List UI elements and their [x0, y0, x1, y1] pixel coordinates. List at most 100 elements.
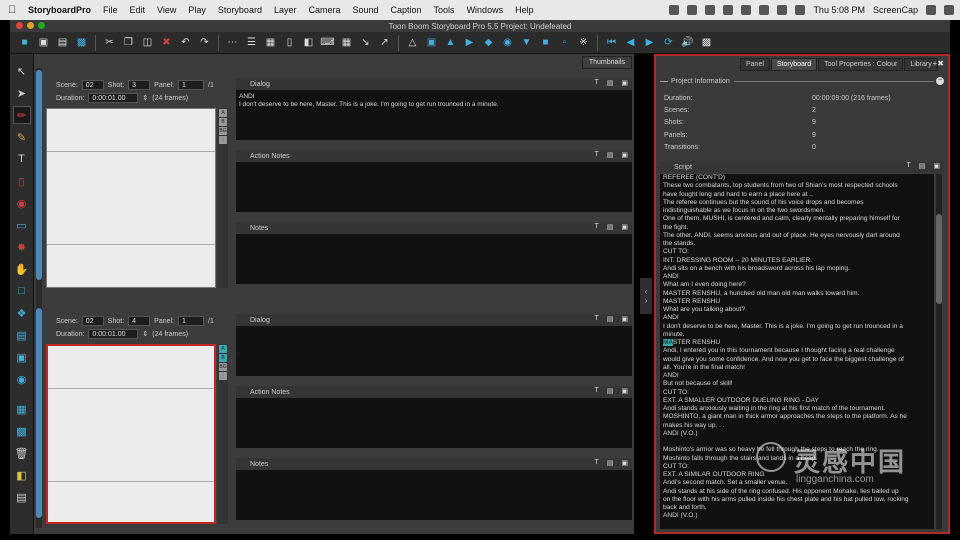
script-line[interactable]: ANDI (V.O.): [663, 430, 931, 438]
menu-file[interactable]: File: [103, 5, 118, 15]
script-line[interactable]: MOSHINTO, a giant man in thick armor app…: [663, 413, 931, 421]
script-scrollbar[interactable]: [936, 174, 942, 529]
new-project-icon[interactable]: ■: [16, 34, 33, 51]
minimize-button[interactable]: [27, 22, 34, 29]
notes-text[interactable]: [236, 234, 632, 284]
grid-icon[interactable]: ▦: [262, 34, 279, 51]
font-icon[interactable]: T: [906, 162, 910, 170]
collapse-section-icon[interactable]: −: [936, 77, 944, 85]
copy-text-icon[interactable]: ▤: [919, 162, 926, 170]
3d-icon[interactable]: △: [404, 34, 421, 51]
contour-editor-icon[interactable]: ➤: [13, 84, 31, 102]
font-icon[interactable]: T: [594, 79, 598, 87]
rectangle-icon[interactable]: ▭: [13, 216, 31, 234]
tab-tool-properties[interactable]: Tool Properties : Colour: [818, 58, 904, 71]
script-line[interactable]: ANDI: [663, 372, 931, 380]
camera-static-icon[interactable]: ▫: [556, 34, 573, 51]
status-icon[interactable]: [723, 5, 734, 15]
script-line[interactable]: EXT. A SIMILAR OUTDOOR RING: [663, 471, 931, 479]
scroll-thumb[interactable]: [36, 70, 42, 280]
script-line[interactable]: MASTER RENSHU: [663, 339, 931, 347]
undo-icon[interactable]: ↶: [177, 34, 194, 51]
script-line[interactable]: The referee continues but the sound of h…: [663, 199, 931, 207]
hand-icon[interactable]: ✋: [13, 260, 31, 278]
script-line[interactable]: MASTER RENSHU, a hunched old man old man…: [663, 290, 931, 298]
open-project-icon[interactable]: ▣: [35, 34, 52, 51]
layer-transform-icon[interactable]: ❖: [13, 304, 31, 322]
dialog-text[interactable]: [236, 326, 632, 376]
camera-keyframe-icon[interactable]: ▼: [518, 34, 535, 51]
sound-icon[interactable]: 🔊: [679, 34, 696, 51]
status-icon[interactable]: [687, 5, 698, 15]
volume-icon[interactable]: [777, 5, 788, 15]
battery-icon[interactable]: [795, 5, 806, 15]
scroll-thumb[interactable]: [36, 308, 42, 518]
paste-text-icon[interactable]: ▣: [621, 315, 628, 323]
shot-field[interactable]: 3: [128, 80, 151, 90]
paste-icon[interactable]: ◫: [139, 34, 156, 51]
layer-more-icon[interactable]: ⋮: [219, 136, 227, 144]
menu-play[interactable]: Play: [188, 5, 206, 15]
arrow-icon[interactable]: ↗: [376, 34, 393, 51]
duplicate-layer-icon[interactable]: ◧: [13, 466, 31, 484]
layer-b-icon[interactable]: B: [219, 118, 227, 126]
menu-edit[interactable]: Edit: [130, 5, 146, 15]
script-line[interactable]: Andi stands anxiously waiting in the rin…: [663, 405, 931, 413]
camera-tool-icon[interactable]: ▣: [13, 348, 31, 366]
script-line[interactable]: EXT. A SMALLER OUTDOOR DUELING RING - DA…: [663, 397, 931, 405]
script-line[interactable]: What am I even doing here?: [663, 281, 931, 289]
font-icon[interactable]: T: [594, 459, 598, 467]
panel-field[interactable]: 1: [178, 80, 205, 90]
play-icon[interactable]: ▶: [641, 34, 658, 51]
prev-frame-icon[interactable]: ◀: [622, 34, 639, 51]
add-layer-icon[interactable]: ▦: [13, 400, 31, 418]
copy-text-icon[interactable]: ▤: [607, 459, 614, 467]
more-icon[interactable]: ⋯: [224, 34, 241, 51]
layer-options-icon[interactable]: ▤: [13, 488, 31, 506]
script-line[interactable]: But not because of skill!: [663, 380, 931, 388]
clock[interactable]: Thu 5:08 PM: [813, 5, 865, 15]
layer-bg-icon[interactable]: BG: [219, 363, 227, 371]
user-name[interactable]: ScreenCap: [873, 5, 918, 15]
scene-field[interactable]: 02: [81, 80, 104, 90]
script-line[interactable]: Andi's second match. Set a smaller venue…: [663, 479, 931, 487]
script-line[interactable]: [663, 438, 931, 446]
first-frame-icon[interactable]: ⏮: [603, 34, 620, 51]
split-view-icon[interactable]: ◧: [300, 34, 317, 51]
menu-sound[interactable]: Sound: [352, 5, 378, 15]
script-line[interactable]: ANDI (V.O.): [663, 512, 931, 520]
script-line[interactable]: the stands.: [663, 240, 931, 248]
script-line[interactable]: The other, ANDI, seems anxious and out o…: [663, 232, 931, 240]
tab-controls[interactable]: +✖: [933, 59, 944, 68]
script-line[interactable]: ANDI: [663, 273, 931, 281]
loop-icon[interactable]: ⟳: [660, 34, 677, 51]
apple-icon[interactable]: : [8, 4, 22, 16]
action-notes-text[interactable]: [236, 398, 632, 448]
menu-camera[interactable]: Camera: [308, 5, 340, 15]
delete-icon[interactable]: ✖: [158, 34, 175, 51]
paste-text-icon[interactable]: ▣: [621, 387, 628, 395]
script-line[interactable]: CUT TO:: [663, 389, 931, 397]
vertical-scrollbar[interactable]: [36, 68, 42, 528]
transform-icon[interactable]: □: [13, 282, 31, 300]
search-icon[interactable]: [926, 5, 936, 15]
script-line[interactable]: indistinguishable as we focus in on the …: [663, 207, 931, 215]
collapse-left-icon[interactable]: ‹: [645, 287, 648, 296]
script-line[interactable]: ANDI: [663, 314, 931, 322]
add-vector-layer-icon[interactable]: ▩: [13, 422, 31, 440]
eraser-icon[interactable]: ▯: [13, 172, 31, 190]
script-line[interactable]: CUT TO:: [663, 248, 931, 256]
layer-a-icon[interactable]: A: [219, 109, 227, 117]
select-icon[interactable]: ↖: [13, 62, 31, 80]
panel-field[interactable]: 1: [178, 316, 205, 326]
script-line[interactable]: on the floor with his arms pulled inside…: [663, 496, 931, 504]
save-as-icon[interactable]: ▩: [73, 34, 90, 51]
more-tools-icon[interactable]: ※: [575, 34, 592, 51]
copy-text-icon[interactable]: ▤: [607, 151, 614, 159]
layer-a-icon[interactable]: A: [219, 345, 227, 353]
project-info-header[interactable]: Project Information −: [660, 76, 944, 86]
script-line[interactable]: Andi stands at his side of the ring conf…: [663, 488, 931, 496]
script-line[interactable]: MASTER RENSHU: [663, 298, 931, 306]
copy-text-icon[interactable]: ▤: [607, 387, 614, 395]
menu-storyboard[interactable]: Storyboard: [218, 5, 262, 15]
